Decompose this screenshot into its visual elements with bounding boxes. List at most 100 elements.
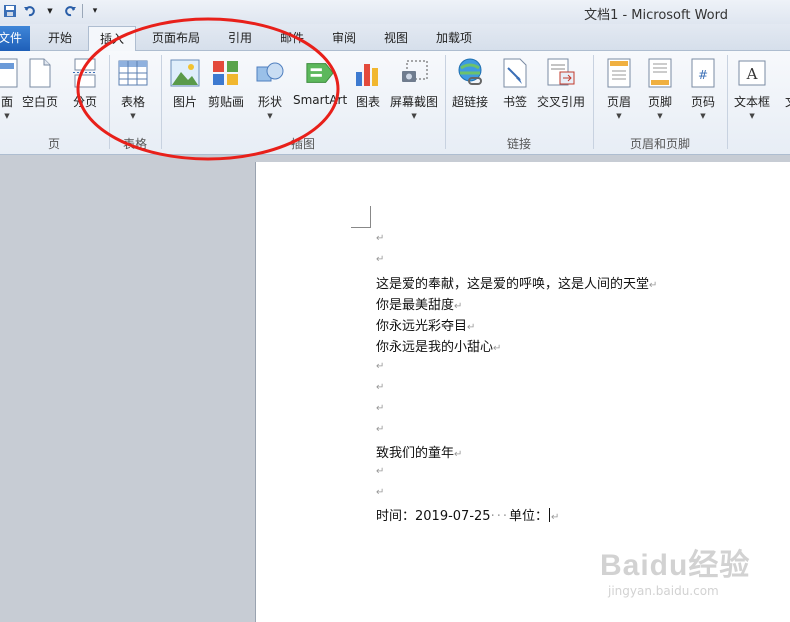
tab-insert[interactable]: 插入	[88, 26, 136, 52]
shapes-button[interactable]: 形状 ▼	[255, 57, 285, 120]
watermark: Baidu经验 jingyan.baidu.com	[600, 540, 750, 598]
chevron-down-icon: ▼	[657, 112, 663, 120]
cover-page-button[interactable]: 面 ▼	[0, 57, 22, 120]
smartart-button[interactable]: SmartArt	[293, 57, 347, 107]
paragraph-mark: ↵	[376, 403, 385, 414]
tab-review[interactable]: 审阅	[322, 26, 366, 51]
tab-home[interactable]: 开始	[38, 26, 82, 51]
redo-icon	[65, 6, 76, 17]
bookmark-button[interactable]: 书签	[500, 57, 530, 110]
paragraph-mark: ↵	[376, 487, 385, 498]
tab-page-layout[interactable]: 页面布局	[146, 26, 206, 51]
title-bar: ▼ ▾ 文档1 - Microsoft Word	[0, 0, 790, 24]
table-button[interactable]: 表格 ▼	[118, 57, 148, 120]
watermark-brand: Baidu经验	[600, 549, 751, 582]
hyperlink-button[interactable]: 超链接	[452, 57, 488, 110]
date-value: 2019-07-25	[415, 509, 491, 524]
page-break-label: 分页	[72, 95, 97, 109]
undo-button[interactable]	[22, 2, 38, 20]
page-break-icon	[73, 58, 97, 88]
screenshot-label: 屏幕截图	[390, 95, 439, 109]
doc-line[interactable]: 这是爱的奉献，这是爱的呼唤，这是人间的天堂↵	[376, 273, 657, 292]
undo-icon	[24, 6, 35, 17]
save-button[interactable]	[2, 2, 18, 20]
cover-page-label: 面	[0, 95, 13, 109]
doc-line[interactable]: ↵	[376, 400, 384, 415]
margin-corner-mark	[351, 206, 371, 228]
table-label: 表格	[120, 95, 145, 109]
doc-line[interactable]: ↵	[376, 421, 384, 436]
space-marks: ···	[490, 509, 509, 524]
more-text-button[interactable]: 文	[776, 57, 790, 110]
doc-line[interactable]: 致我们的童年↵	[376, 442, 462, 461]
tab-file[interactable]: 文件	[0, 26, 30, 51]
smartart-icon	[306, 63, 334, 83]
crossref-icon	[547, 58, 575, 86]
group-label-illustrations: 插图	[290, 137, 315, 151]
undo-dropdown[interactable]: ▼	[42, 2, 58, 20]
doc-line[interactable]: ↵	[376, 230, 384, 245]
clipart-label: 剪贴画	[208, 95, 245, 109]
crossref-label: 交叉引用	[537, 95, 586, 109]
doc-line-time-unit[interactable]: 时间：2019-07-25···单位： ↵	[376, 505, 559, 524]
footer-label: 页脚	[647, 95, 672, 109]
redo-button[interactable]	[62, 2, 78, 20]
chart-icon	[356, 64, 378, 86]
paragraph-mark: ↵	[454, 301, 463, 312]
chart-button[interactable]: 图表	[353, 57, 383, 110]
blank-page-button[interactable]: 空白页	[22, 57, 58, 110]
tab-references[interactable]: 引用	[218, 26, 262, 51]
doc-line[interactable]: ↵	[376, 484, 384, 499]
hyperlink-label: 超链接	[452, 95, 489, 109]
quick-access-toolbar: ▼ ▾	[2, 2, 103, 20]
doc-line[interactable]: 你永远是我的小甜心↵	[376, 336, 501, 355]
picture-label: 图片	[172, 95, 197, 109]
doc-line[interactable]: ↵	[376, 463, 384, 478]
hyperlink-icon	[458, 58, 482, 85]
ribbon-tabs: 文件 开始 插入 页面布局 引用 邮件 审阅 视图 加载项	[0, 24, 790, 52]
doc-line[interactable]: ↵	[376, 379, 384, 394]
more-text-label: 文	[785, 93, 790, 110]
customize-qat-button[interactable]: ▾	[87, 2, 103, 20]
paragraph-mark: ↵	[376, 424, 385, 435]
chart-label: 图表	[355, 95, 380, 109]
screenshot-button[interactable]: 屏幕截图 ▼	[390, 57, 438, 120]
paragraph-mark: ↵	[376, 361, 385, 372]
page-number-label: 页码	[690, 95, 715, 109]
picture-button[interactable]: 图片	[170, 57, 200, 110]
clipart-button[interactable]: 剪贴画	[208, 57, 244, 110]
header-button[interactable]: 页眉 ▼	[604, 57, 634, 120]
doc-line[interactable]: ↵	[376, 251, 384, 266]
shapes-label: 形状	[257, 95, 282, 109]
svg-text:#: #	[698, 68, 708, 82]
window-title: 文档1 - Microsoft Word	[584, 8, 728, 23]
customize-icon: ▾	[92, 6, 98, 16]
paragraph-mark: ↵	[376, 233, 385, 244]
group-label-links: 链接	[506, 137, 531, 151]
paragraph-mark: ↵	[376, 466, 385, 477]
bookmark-icon	[503, 58, 527, 88]
blank-page-icon	[29, 58, 51, 88]
page-number-button[interactable]: # 页码 ▼	[688, 57, 718, 120]
doc-line[interactable]: 你是最美甜度↵	[376, 294, 462, 313]
group-separator	[727, 55, 728, 149]
footer-button[interactable]: 页脚 ▼	[645, 57, 675, 120]
unit-label: 单位：	[508, 509, 548, 524]
ribbon-insert: 面 ▼ 空白页 分页 页 表格 ▼ 表格 图片 剪贴画 形状 ▼ SmartAr…	[0, 51, 790, 155]
smartart-label: SmartArt	[293, 93, 348, 107]
page-break-button[interactable]: 分页	[70, 57, 100, 110]
tab-mailings[interactable]: 邮件	[270, 26, 314, 51]
doc-line[interactable]: ↵	[376, 358, 384, 373]
paragraph-mark: ↵	[493, 343, 502, 354]
tab-view[interactable]: 视图	[374, 26, 418, 51]
chevron-down-icon: ▼	[749, 112, 755, 120]
tab-addins[interactable]: 加载项	[428, 26, 480, 51]
textbox-button[interactable]: A 文本框 ▼	[734, 57, 770, 120]
page-number-icon: #	[691, 58, 715, 88]
watermark-url: jingyan.baidu.com	[608, 584, 719, 598]
chevron-down-icon: ▼	[130, 112, 136, 120]
doc-line[interactable]: 你永远光彩夺目↵	[376, 315, 475, 334]
bookmark-label: 书签	[502, 95, 527, 109]
group-label-pages: 页	[47, 137, 60, 151]
crossref-button[interactable]: 交叉引用	[537, 57, 585, 110]
